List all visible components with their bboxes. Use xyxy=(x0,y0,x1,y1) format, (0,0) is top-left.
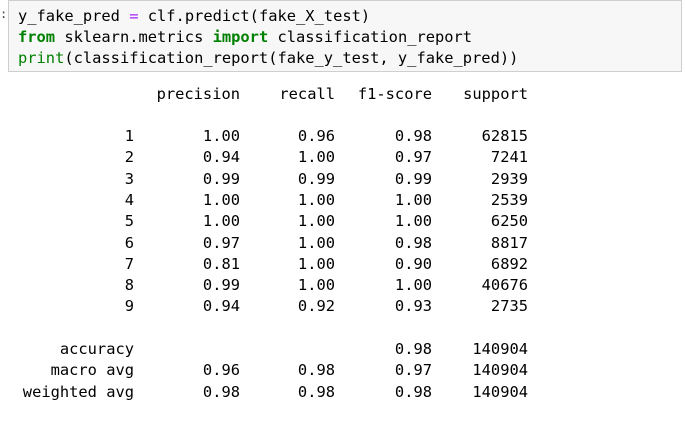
precision-value: 0.99 xyxy=(202,169,240,188)
precision-value xyxy=(140,339,240,360)
header-recall: recall xyxy=(279,85,335,103)
row-label: 2 xyxy=(124,148,134,167)
support-value: 140904 xyxy=(472,340,528,358)
support-value: 6892 xyxy=(490,254,528,273)
f1-score-value: 0.98 xyxy=(394,340,432,358)
row-label: 3 xyxy=(124,169,134,188)
row-label: macro avg xyxy=(50,361,134,380)
precision-value: 0.97 xyxy=(202,233,240,252)
precision-value: 1.00 xyxy=(202,127,240,145)
support-value: 7241 xyxy=(490,148,528,167)
code-line-2: from sklearn.metrics import classificati… xyxy=(18,27,472,47)
support-value: 2539 xyxy=(490,190,528,209)
recall-value: 1.00 xyxy=(297,233,335,252)
support-value: 2735 xyxy=(490,297,528,316)
row-label: 5 xyxy=(124,212,134,231)
code-token: import xyxy=(212,28,269,46)
header-precision: precision xyxy=(156,85,240,103)
output-area: precision recall f1-score support 1 1.00 0… xyxy=(0,80,686,423)
row-label: 8 xyxy=(124,276,134,295)
recall-value: 1.00 xyxy=(297,190,335,209)
recall-value: 0.99 xyxy=(297,169,335,188)
code-token: print xyxy=(18,49,65,67)
f1-score-value: 0.93 xyxy=(394,297,432,316)
code-token: (classification_report(fake_y_test, y_fa… xyxy=(64,49,519,67)
f1-score-value: 0.99 xyxy=(394,169,432,188)
recall-value xyxy=(255,339,335,360)
f1-score-value: 0.90 xyxy=(394,254,432,273)
code-token: classification_report xyxy=(268,28,473,46)
support-value: 140904 xyxy=(472,382,528,401)
precision-value: 1.00 xyxy=(202,212,240,231)
recall-value: 1.00 xyxy=(297,276,335,295)
code-token: from xyxy=(18,28,56,46)
precision-value: 0.94 xyxy=(202,148,240,167)
f1-score-value: 1.00 xyxy=(394,276,432,295)
precision-value: 0.99 xyxy=(202,276,240,295)
recall-value: 1.00 xyxy=(297,148,335,167)
f1-score-value: 0.98 xyxy=(394,233,432,252)
precision-value: 1.00 xyxy=(202,190,240,209)
cell-prompt-marker: : xyxy=(0,7,8,21)
code-token: sklearn.metrics xyxy=(55,28,213,46)
support-value: 8817 xyxy=(490,233,528,252)
support-value: 2939 xyxy=(490,169,528,188)
header-f1-score: f1-score xyxy=(357,85,432,103)
row-label: 9 xyxy=(124,297,134,316)
row-label: accuracy xyxy=(59,340,134,358)
code-input-cell[interactable]: y_fake_pred = clf.predict(fake_X_test) f… xyxy=(8,0,682,72)
precision-value: 0.98 xyxy=(202,382,240,401)
row-label: 7 xyxy=(124,254,134,273)
support-value: 6250 xyxy=(490,212,528,231)
support-value: 140904 xyxy=(472,361,528,380)
code-line-1: y_fake_pred = clf.predict(fake_X_test) xyxy=(18,6,370,26)
code-token: clf.predict(fake_X_test) xyxy=(138,7,371,25)
precision-value: 0.81 xyxy=(202,254,240,273)
recall-value: 0.98 xyxy=(297,382,335,401)
support-value: 40676 xyxy=(481,276,528,295)
code-line-3: print(classification_report(fake_y_test,… xyxy=(18,48,518,68)
precision-value: 0.96 xyxy=(202,361,240,380)
code-token: y_fake_pred xyxy=(18,7,130,25)
recall-value: 0.98 xyxy=(297,361,335,380)
f1-score-value: 0.98 xyxy=(394,382,432,401)
f1-score-value: 1.00 xyxy=(394,190,432,209)
precision-value: 0.94 xyxy=(202,297,240,316)
f1-score-value: 0.97 xyxy=(394,361,432,380)
recall-value: 1.00 xyxy=(297,212,335,231)
recall-value: 0.92 xyxy=(297,297,335,316)
f1-score-value: 1.00 xyxy=(394,212,432,231)
row-label: 4 xyxy=(124,190,134,209)
header-support: support xyxy=(463,85,528,103)
recall-value: 0.96 xyxy=(297,127,335,145)
row-label: 1 xyxy=(124,127,134,145)
support-value: 62815 xyxy=(481,127,528,145)
row-label: weighted avg xyxy=(22,382,134,401)
row-label: 6 xyxy=(124,233,134,252)
f1-score-value: 0.97 xyxy=(394,148,432,167)
recall-value: 1.00 xyxy=(297,254,335,273)
f1-score-value: 0.98 xyxy=(394,127,432,145)
